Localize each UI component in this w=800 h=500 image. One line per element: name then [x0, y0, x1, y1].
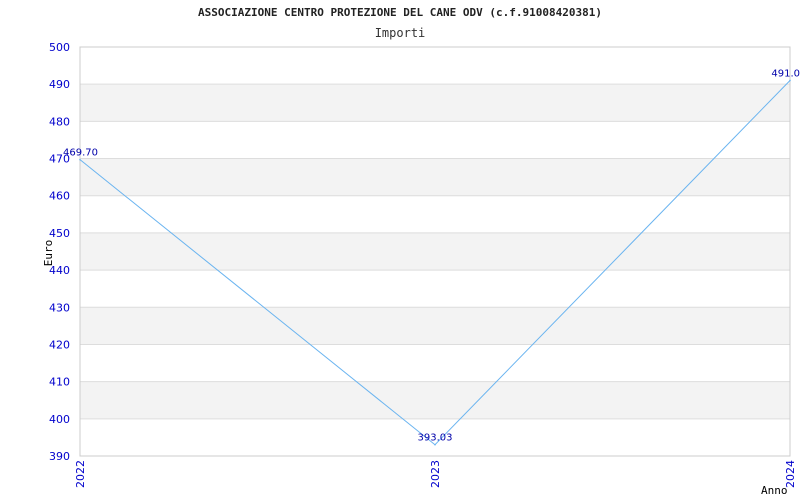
y-tick-label: 410	[49, 376, 70, 389]
y-tick-label: 400	[49, 413, 70, 426]
grid-bands	[80, 84, 790, 419]
data-label: 393.03	[418, 433, 453, 444]
data-label: 491.0	[771, 68, 800, 79]
x-tick-label: 2023	[429, 460, 442, 488]
y-tick-label: 430	[49, 301, 70, 314]
data-point	[79, 158, 81, 161]
y-tick-label: 460	[49, 190, 70, 203]
grid-band	[80, 381, 790, 419]
x-axis-ticks: 2022 2023 2024	[74, 460, 797, 488]
x-tick-label: 2022	[74, 460, 87, 488]
y-tick-label: 450	[49, 227, 70, 240]
y-tick-label: 500	[49, 41, 70, 54]
data-label: 469.70	[63, 148, 98, 159]
grid-band	[80, 84, 790, 122]
y-tick-label: 390	[49, 450, 70, 463]
grid-band	[80, 307, 790, 345]
line-chart: 390400410420430440450460470480490500 202…	[42, 41, 800, 497]
y-tick-label: 480	[49, 115, 70, 128]
y-tick-label: 420	[49, 338, 70, 351]
x-axis-label: Anno	[761, 484, 788, 497]
grid-band	[80, 232, 790, 271]
data-point	[434, 443, 436, 446]
y-tick-label: 490	[49, 78, 70, 91]
data-point	[789, 79, 791, 82]
y-axis-label: Euro	[42, 240, 55, 267]
